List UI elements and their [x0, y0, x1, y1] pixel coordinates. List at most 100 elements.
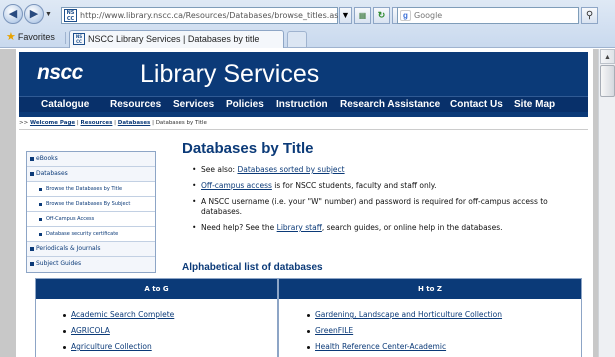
search-icon: ⚲ [585, 10, 594, 21]
url-text[interactable]: http://www.library.nscc.ca/Resources/Dat… [80, 9, 343, 22]
bullet-icon [307, 314, 310, 317]
favorites-label: Favorites [17, 32, 55, 42]
bullet-icon: • [192, 197, 197, 206]
nav-research-assistance[interactable]: Research Assistance [340, 97, 440, 112]
bullet-icon [63, 330, 66, 333]
bullet-icon: • [192, 181, 197, 190]
breadcrumb-separator: | [152, 120, 154, 126]
bullet-icon [30, 262, 34, 266]
username-item: • A NSCC username (i.e. your "W" number)… [192, 197, 586, 217]
nav-resources[interactable]: Resources [110, 97, 161, 112]
database-link[interactable]: Academic Search Complete [71, 310, 174, 320]
bullet-icon [30, 172, 34, 176]
database-link[interactable]: Health Reference Center-Academic [315, 342, 446, 352]
see-also-item: • See also: Databases sorted by subject [192, 165, 586, 175]
search-input[interactable] [414, 8, 564, 23]
nscc-logo[interactable]: nscc [37, 60, 83, 86]
page-title: Databases by Title [182, 140, 314, 157]
database-link[interactable]: GreenFILE [315, 326, 353, 336]
compatibility-view-button[interactable]: ▦ [354, 7, 371, 24]
bullet-icon [307, 346, 310, 349]
browser-chrome: ◀ ▶ ▼ NS CC http://www.library.nscc.ca/R… [0, 0, 615, 48]
database-link[interactable]: Gardening, Landscape and Horticulture Co… [315, 310, 502, 320]
favicon-icon: NS CC [73, 33, 85, 45]
address-bar[interactable]: NS CC http://www.library.nscc.ca/Resourc… [61, 7, 343, 24]
nav-site-map[interactable]: Site Map [514, 97, 555, 112]
sidebar-item-browse-by-subject[interactable]: Browse the Databases By Subject [27, 197, 155, 212]
column-heading-a-g: A to G [36, 279, 277, 299]
sidebar-item-label: Browse the Databases By Subject [46, 201, 131, 207]
sidebar-item-label: Subject Guides [36, 260, 82, 267]
bullet-icon [307, 330, 310, 333]
offcampus-text: is for NSCC students, faculty and staff … [271, 181, 437, 190]
bullet-icon: • [192, 165, 197, 174]
sidebar-item-label: Databases [36, 170, 68, 177]
scroll-thumb[interactable] [600, 65, 615, 97]
breadcrumb: >> Welcome Page | Resources | Databases … [19, 118, 588, 130]
tab-title: NSCC Library Services | Databases by tit… [88, 34, 260, 44]
help-prefix: Need help? See the [201, 223, 277, 232]
chevron-down-icon: ▼ [341, 10, 350, 20]
bullet-icon [30, 157, 34, 161]
new-tab-button[interactable] [287, 31, 307, 47]
main-navigation: Catalogue Resources Services Policies In… [19, 96, 588, 112]
sidebar-item-label: Browse the Databases by Title [46, 186, 123, 192]
favicon-icon: NS CC [64, 9, 77, 22]
sidebar-item-subject-guides[interactable]: Subject Guides [27, 257, 155, 272]
refresh-button[interactable]: ↻ [373, 7, 390, 24]
breadcrumb-prefix: >> [19, 120, 29, 126]
sidebar-item-off-campus[interactable]: Off-Campus Access [27, 212, 155, 227]
back-button[interactable]: ◀ [3, 4, 23, 24]
breadcrumb-resources[interactable]: Resources [81, 120, 113, 126]
divider [65, 32, 66, 44]
bullet-icon [63, 346, 66, 349]
database-table: A to G H to Z Academic Search Complete A… [35, 278, 582, 357]
sidebar-item-databases[interactable]: Databases [27, 167, 155, 182]
address-dropdown-button[interactable]: ▼ [339, 7, 352, 24]
favorites-button[interactable]: ★ Favorites [6, 31, 55, 43]
database-link[interactable]: Agriculture Collection [71, 342, 152, 352]
bullet-icon [39, 218, 42, 221]
sidebar-item-ebooks[interactable]: eBooks [27, 152, 155, 167]
sidebar-item-label: Database security certificate [46, 231, 119, 237]
sidebar-item-label: Off-Campus Access [46, 216, 95, 222]
nav-services[interactable]: Services [173, 97, 214, 112]
breadcrumb-current: Databases by Title [155, 120, 207, 126]
nav-catalogue[interactable]: Catalogue [41, 97, 89, 112]
bullet-icon [63, 314, 66, 317]
offcampus-link[interactable]: Off-campus access [201, 181, 272, 190]
subject-link[interactable]: Databases sorted by subject [237, 165, 344, 174]
breadcrumb-databases[interactable]: Databases [118, 120, 151, 126]
bullet-icon [30, 247, 34, 251]
search-box[interactable]: g [397, 7, 579, 24]
database-link[interactable]: AGRICOLA [71, 326, 110, 336]
search-button[interactable]: ⚲ [581, 7, 598, 24]
star-icon: ★ [6, 31, 16, 43]
tab-active[interactable]: NS CC NSCC Library Services | Databases … [69, 30, 284, 48]
nav-policies[interactable]: Policies [226, 97, 264, 112]
tab-bar: ★ Favorites NS CC NSCC Library Services |… [0, 27, 615, 48]
breadcrumb-separator: | [76, 120, 79, 126]
offcampus-item: • Off-campus access is for NSCC students… [192, 181, 586, 191]
see-also-prefix: See also: [201, 165, 236, 174]
sidebar-item-periodicals[interactable]: Periodicals & Journals [27, 242, 155, 257]
vertical-scrollbar[interactable]: ▲ [598, 49, 615, 357]
bullet-icon: • [192, 223, 197, 232]
forward-button[interactable]: ▶ [24, 4, 44, 24]
sidebar-item-browse-by-title[interactable]: Browse the Databases by Title [27, 182, 155, 197]
help-text: , search guides, or online help in the d… [321, 223, 503, 232]
chevron-up-icon: ▲ [604, 54, 611, 61]
library-staff-link[interactable]: Library staff [277, 223, 322, 232]
breadcrumb-welcome[interactable]: Welcome Page [30, 120, 75, 126]
history-dropdown-icon[interactable]: ▼ [45, 10, 54, 19]
nav-contact-us[interactable]: Contact Us [450, 97, 503, 112]
scroll-up-button[interactable]: ▲ [600, 49, 615, 64]
sidebar-item-security-certificate[interactable]: Database security certificate [27, 227, 155, 242]
nav-instruction[interactable]: Instruction [276, 97, 328, 112]
bullet-icon [39, 188, 42, 191]
forward-arrow-icon: ▶ [29, 8, 39, 20]
sidebar-item-label: Periodicals & Journals [36, 245, 101, 252]
breadcrumb-separator: | [114, 120, 117, 126]
back-arrow-icon: ◀ [8, 8, 18, 20]
column-divider [277, 279, 279, 357]
